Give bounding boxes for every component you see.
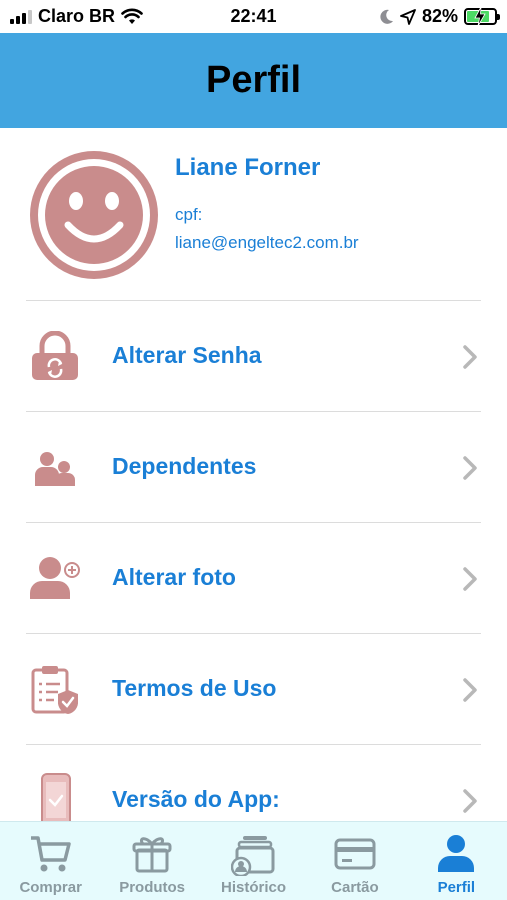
profile-cpf: cpf: <box>175 205 203 224</box>
avatar-smiley-icon[interactable] <box>28 149 160 281</box>
profile-section: Liane Forner cpf: liane@engeltec2.com.br <box>0 128 507 301</box>
menu-item-alterar-senha[interactable]: Alterar Senha <box>26 300 481 411</box>
page-title: Perfil <box>205 59 302 101</box>
moon-icon <box>380 9 393 24</box>
person-icon <box>438 835 475 872</box>
clipboard-shield-icon <box>31 666 79 714</box>
menu-label: Dependentes <box>112 453 257 479</box>
tab-label: Produtos <box>119 879 186 896</box>
location-arrow-icon <box>400 8 416 25</box>
battery-icon <box>464 7 500 26</box>
card-icon <box>334 838 376 870</box>
menu-item-alterar-foto[interactable]: Alterar foto <box>26 522 481 633</box>
menu-item-termos-de-uso[interactable]: Termos de Uso <box>26 633 481 744</box>
menu-label: Versão do App: <box>112 786 280 812</box>
tab-label: Perfil <box>437 879 476 896</box>
chevron-right-icon <box>463 345 477 369</box>
tab-label: Comprar <box>19 879 82 896</box>
tab-perfil[interactable]: Perfil <box>406 822 507 900</box>
tab-label: Histórico <box>221 879 287 896</box>
tab-produtos[interactable]: Produtos <box>101 822 202 900</box>
menu-label: Alterar Senha <box>112 342 262 368</box>
header-bar: Perfil <box>0 33 507 128</box>
gift-icon <box>132 837 172 873</box>
profile-email: liane@engeltec2.com.br <box>175 233 359 252</box>
chevron-right-icon <box>463 567 477 591</box>
tab-cartao[interactable]: Cartão <box>304 822 405 900</box>
lock-icon <box>32 331 78 380</box>
cart-icon <box>30 836 71 872</box>
tab-comprar[interactable]: Comprar <box>0 822 101 900</box>
bottom-tab-bar: Comprar Produtos Histórico Cartão Perfil <box>0 821 507 900</box>
history-icon <box>230 836 275 876</box>
menu-label: Alterar foto <box>112 564 236 590</box>
chevron-right-icon <box>463 456 477 480</box>
status-right: 82% <box>380 6 500 27</box>
chevron-right-icon <box>463 678 477 702</box>
add-user-icon <box>30 557 80 599</box>
profile-name: Liane Forner <box>175 154 321 181</box>
tab-historico[interactable]: Histórico <box>203 822 304 900</box>
profile-menu: Alterar Senha Dependentes Alterar foto T… <box>0 300 507 855</box>
battery-percent: 82% <box>421 6 458 26</box>
chevron-right-icon <box>463 789 477 813</box>
menu-item-dependentes[interactable]: Dependentes <box>26 411 481 522</box>
menu-label: Termos de Uso <box>112 675 277 701</box>
tab-label: Cartão <box>331 879 379 896</box>
people-icon <box>35 452 75 486</box>
status-bar: Claro BR 22:41 82% <box>0 0 507 33</box>
phone-check-icon <box>41 773 71 827</box>
